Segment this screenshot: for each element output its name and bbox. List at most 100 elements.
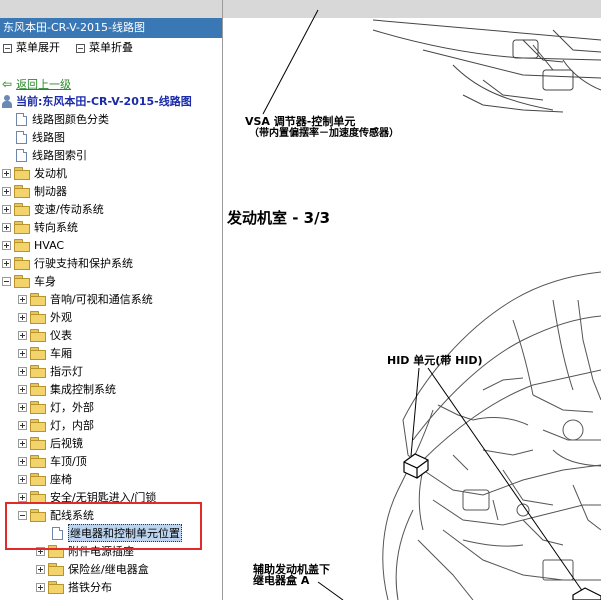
expand-toggle-icon[interactable]: [2, 186, 11, 196]
collapse-menu-button[interactable]: 菜单折叠: [76, 38, 133, 58]
folder-icon: [14, 167, 30, 180]
tree-subfolder-label: 灯，外部: [50, 401, 94, 414]
tree-doc-label: 线路图颜色分类: [32, 113, 109, 126]
current-location-row: 当前:东风本田-CR-V-2015-线路图: [2, 92, 192, 110]
folder-icon: [30, 311, 46, 324]
collapse-toggle-icon[interactable]: [2, 276, 11, 286]
tree-subfolder-item[interactable]: 座椅: [18, 470, 72, 488]
tree-folder-body[interactable]: 车身: [2, 272, 56, 290]
folder-open-icon: [14, 275, 30, 288]
expand-toggle-icon[interactable]: [18, 456, 27, 466]
expand-toggle-icon[interactable]: [36, 582, 45, 592]
diagram-pane[interactable]: VSA 调节器-控制单元 （带内置偏摆率－加速度传感器） 发动机室 - 3/3 …: [223, 0, 601, 600]
tree-subfolder-item[interactable]: 车厢: [18, 344, 72, 362]
tree-subfolder-item[interactable]: 指示灯: [18, 362, 83, 380]
vsa-label-line2: （带内置偏摆率－加速度传感器）: [249, 128, 399, 139]
expand-toggle-icon[interactable]: [18, 330, 27, 340]
expand-toggle-icon[interactable]: [18, 420, 27, 430]
tree-subfolder-item[interactable]: 搭铁分布: [36, 578, 112, 596]
tree-folder-label: 转向系统: [34, 221, 78, 234]
expand-toggle-icon[interactable]: [2, 168, 11, 178]
expand-toggle-icon[interactable]: [18, 312, 27, 322]
navigation-pane: 东风本田-CR-V-2015-线路图 菜单展开 菜单折叠 ⇦ 返回上一级 当前:…: [0, 0, 223, 600]
expand-toggle-icon[interactable]: [18, 348, 27, 358]
tree-folder-item[interactable]: 变速/传动系统: [2, 200, 104, 218]
folder-icon: [30, 455, 46, 468]
expand-menu-button[interactable]: 菜单展开: [3, 38, 60, 58]
tree-folder-label: HVAC: [34, 238, 65, 252]
tree-doc-item[interactable]: 线路图: [16, 128, 65, 146]
folder-icon: [30, 419, 46, 432]
expand-toggle-icon[interactable]: [18, 402, 27, 412]
tree-doc-label: 线路图索引: [32, 149, 87, 162]
tree-folder-item[interactable]: 发动机: [2, 164, 67, 182]
folder-icon: [30, 347, 46, 360]
tree-folder-label: 发动机: [34, 167, 67, 180]
tree-folder-label: 行驶支持和保护系统: [34, 257, 133, 270]
tree-subfolder-label: 保险丝/继电器盒: [68, 563, 149, 576]
tree-folder-label: 制动器: [34, 185, 67, 198]
collapse-menu-label: 菜单折叠: [89, 41, 133, 54]
tree-subfolder-label: 音响/可视和通信系统: [50, 293, 153, 306]
tree-subfolder-item[interactable]: 外观: [18, 308, 72, 326]
pane-title: 东风本田-CR-V-2015-线路图: [0, 18, 222, 38]
tree-subfolder-item[interactable]: 车顶/顶: [18, 452, 87, 470]
tree-subfolder-item[interactable]: 音响/可视和通信系统: [18, 290, 153, 308]
hid-unit-label: HID 单元(带 HID): [387, 354, 483, 367]
tree-subfolder-item[interactable]: 后视镜: [18, 434, 83, 452]
expand-toggle-icon[interactable]: [18, 438, 27, 448]
tree-folder-label: 车身: [34, 275, 56, 288]
expand-toggle-icon[interactable]: [2, 240, 11, 250]
back-link-row[interactable]: ⇦ 返回上一级: [2, 75, 71, 93]
folder-icon: [30, 437, 46, 450]
expand-toggle-icon[interactable]: [2, 204, 11, 214]
menu-toolbar: 菜单展开 菜单折叠: [0, 38, 222, 58]
collapse-icon: [76, 43, 85, 53]
tree-folder-item[interactable]: 制动器: [2, 182, 67, 200]
tree-subfolder-label: 灯，内部: [50, 419, 94, 432]
tree-folder-item[interactable]: 行驶支持和保护系统: [2, 254, 133, 272]
tree-subfolder-item[interactable]: 灯，内部: [18, 416, 94, 434]
tree-subfolder-item[interactable]: 灯，外部: [18, 398, 94, 416]
pane-top-strip: [0, 0, 222, 18]
folder-icon: [30, 383, 46, 396]
folder-icon: [30, 401, 46, 414]
tree-doc-label: 线路图: [32, 131, 65, 144]
expand-toggle-icon[interactable]: [36, 564, 45, 574]
expand-toggle-icon[interactable]: [18, 294, 27, 304]
tree-folder-item[interactable]: 转向系统: [2, 218, 78, 236]
expand-toggle-icon[interactable]: [18, 492, 27, 502]
expand-icon: [3, 43, 12, 53]
engine-bay-diagram: [262, 9, 601, 600]
tree-subfolder-label: 集成控制系统: [50, 383, 116, 396]
expand-toggle-icon[interactable]: [2, 222, 11, 232]
tree-subfolder-label: 指示灯: [50, 365, 83, 378]
tree-subfolder-item[interactable]: 保险丝/继电器盒: [36, 560, 149, 578]
folder-icon: [30, 293, 46, 306]
tree-subfolder-item[interactable]: 仪表: [18, 326, 72, 344]
aux-relay-label-line2: 继电器盒 A: [253, 574, 310, 587]
folder-icon: [30, 365, 46, 378]
tree-doc-item[interactable]: 线路图颜色分类: [16, 110, 109, 128]
tree-subfolder-label: 外观: [50, 311, 72, 324]
folder-icon: [48, 581, 64, 594]
current-location-label: 当前:东风本田-CR-V-2015-线路图: [16, 95, 192, 108]
tree-folder-label: 变速/传动系统: [34, 203, 104, 216]
section-title: 发动机室 - 3/3: [227, 209, 331, 227]
expand-toggle-icon[interactable]: [18, 384, 27, 394]
expand-toggle-icon[interactable]: [18, 474, 27, 484]
tree-subfolder-item[interactable]: 集成控制系统: [18, 380, 116, 398]
tree-folder-item[interactable]: HVAC: [2, 236, 64, 254]
folder-icon: [14, 221, 30, 234]
expand-menu-label: 菜单展开: [16, 41, 60, 54]
tree-subfolder-label: 仪表: [50, 329, 72, 342]
back-arrow-icon: ⇦: [2, 77, 13, 91]
tree-doc-item[interactable]: 线路图索引: [16, 146, 87, 164]
back-link[interactable]: 返回上一级: [16, 76, 71, 92]
folder-icon: [14, 257, 30, 270]
tree-subfolder-label: 搭铁分布: [68, 581, 112, 594]
folder-icon: [48, 563, 64, 576]
expand-toggle-icon[interactable]: [2, 258, 11, 268]
folder-icon: [30, 473, 46, 486]
expand-toggle-icon[interactable]: [18, 366, 27, 376]
